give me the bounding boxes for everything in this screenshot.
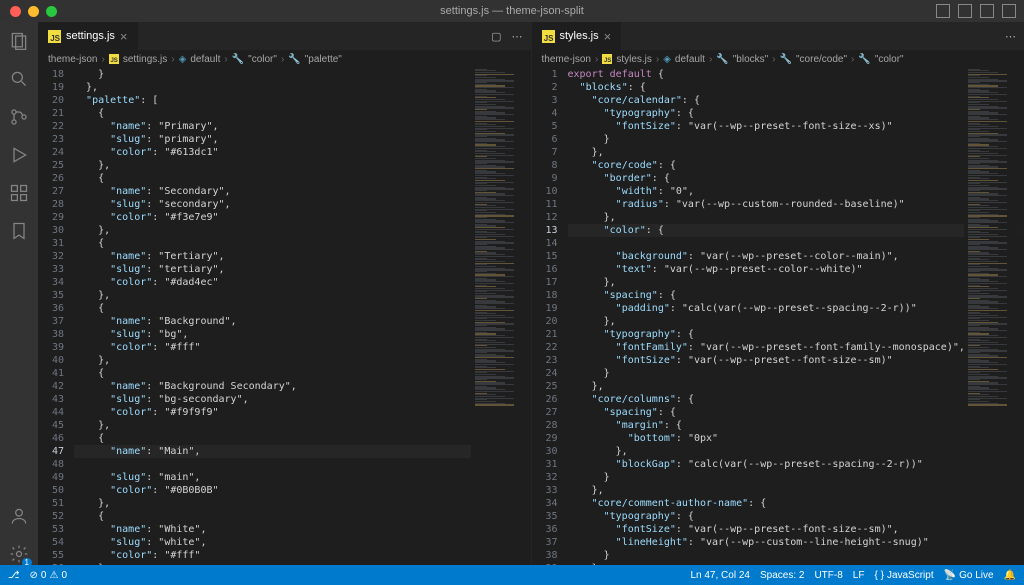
tab-bar-right: JS styles.js × ⋯ <box>532 22 1024 50</box>
breadcrumb-item[interactable]: default <box>190 54 220 65</box>
line-gutter-right: 1234567891011121314151617181920212223242… <box>532 68 568 565</box>
layout-panel-bottom-icon[interactable] <box>958 4 972 18</box>
editor-pane-left: JS settings.js × ▢ ⋯ theme-json› JS sett… <box>38 22 532 565</box>
language-mode[interactable]: { } JavaScript <box>874 570 933 581</box>
js-file-icon: JS <box>542 30 555 43</box>
code-area-left[interactable]: } }, "palette": [ { "name": "Primary", "… <box>74 68 531 565</box>
go-live[interactable]: 📡 Go Live <box>944 570 994 581</box>
titlebar: settings.js — theme-json-split <box>0 0 1024 22</box>
search-icon[interactable] <box>8 68 30 90</box>
settings-gear-icon[interactable]: 1 <box>8 543 30 565</box>
property-icon: 🔧 <box>780 54 792 65</box>
layout-panel-left-icon[interactable] <box>936 4 950 18</box>
breadcrumb-right[interactable]: theme-json› JS styles.js› ◈ default› 🔧 "… <box>532 50 1024 68</box>
indentation[interactable]: Spaces: 2 <box>760 570 804 581</box>
run-debug-icon[interactable] <box>8 144 30 166</box>
eol[interactable]: LF <box>853 570 865 581</box>
breadcrumb-item[interactable]: default <box>675 54 705 65</box>
settings-badge: 1 <box>22 558 32 565</box>
editor-pane-right: JS styles.js × ⋯ theme-json› JS styles.j… <box>532 22 1024 565</box>
minimap-left[interactable] <box>471 68 531 565</box>
explorer-icon[interactable] <box>8 30 30 52</box>
status-bar: ⎇ ⊘0 ⚠0 Ln 47, Col 24 Spaces: 2 UTF-8 LF… <box>0 565 1024 585</box>
property-icon: 🔧 <box>288 54 300 65</box>
line-gutter-left: 1819202122232425262728293031323334353637… <box>38 68 74 565</box>
tab-bar-left: JS settings.js × ▢ ⋯ <box>38 22 531 50</box>
close-tab-icon[interactable]: × <box>120 29 128 44</box>
remote-indicator[interactable]: ⎇ <box>8 570 20 581</box>
more-actions-icon[interactable]: ⋯ <box>512 30 523 43</box>
more-actions-icon[interactable]: ⋯ <box>1005 30 1016 43</box>
breadcrumb-left[interactable]: theme-json› JS settings.js› ◈ default› 🔧… <box>38 50 531 68</box>
breadcrumb-item[interactable]: "core/code" <box>796 54 847 65</box>
close-tab-icon[interactable]: × <box>604 29 612 44</box>
cursor-position[interactable]: Ln 47, Col 24 <box>690 570 750 581</box>
notifications-icon[interactable]: 🔔 <box>1004 570 1016 581</box>
problems-indicator[interactable]: ⊘0 ⚠0 <box>30 570 67 581</box>
tab-label: settings.js <box>66 30 115 42</box>
activity-bar: 1 <box>0 22 38 565</box>
breadcrumb-item[interactable]: styles.js <box>616 54 652 65</box>
split-editor-icon[interactable]: ▢ <box>491 30 501 43</box>
accounts-icon[interactable] <box>8 505 30 527</box>
tab-styles-js[interactable]: JS styles.js × <box>532 22 623 50</box>
layout-panel-right-icon[interactable] <box>980 4 994 18</box>
code-area-right[interactable]: export default { "blocks": { "core/calen… <box>568 68 1024 565</box>
js-file-icon: JS <box>48 30 61 43</box>
source-control-icon[interactable] <box>8 106 30 128</box>
breadcrumb-item[interactable]: settings.js <box>123 54 167 65</box>
breadcrumb-item[interactable]: "color" <box>875 54 904 65</box>
js-file-icon: JS <box>602 54 612 64</box>
breadcrumb-item[interactable]: "palette" <box>305 54 342 65</box>
property-icon: 🔧 <box>716 54 728 65</box>
module-icon: ◈ <box>663 54 671 65</box>
tab-label: styles.js <box>560 30 599 42</box>
breadcrumb-item[interactable]: theme-json <box>48 54 97 65</box>
breadcrumb-item[interactable]: "color" <box>248 54 277 65</box>
breadcrumb-item[interactable]: "blocks" <box>733 54 768 65</box>
tab-settings-js[interactable]: JS settings.js × <box>38 22 139 50</box>
window-title: settings.js — theme-json-split <box>440 5 584 17</box>
customize-layout-icon[interactable] <box>1002 4 1016 18</box>
bookmark-icon[interactable] <box>8 220 30 242</box>
property-icon: 🔧 <box>232 54 244 65</box>
module-icon: ◈ <box>179 54 187 65</box>
encoding[interactable]: UTF-8 <box>814 570 842 581</box>
js-file-icon: JS <box>109 54 119 64</box>
minimize-window[interactable] <box>28 6 39 17</box>
property-icon: 🔧 <box>858 54 870 65</box>
close-window[interactable] <box>10 6 21 17</box>
minimap-right[interactable] <box>964 68 1024 565</box>
maximize-window[interactable] <box>46 6 57 17</box>
breadcrumb-item[interactable]: theme-json <box>542 54 591 65</box>
extensions-icon[interactable] <box>8 182 30 204</box>
